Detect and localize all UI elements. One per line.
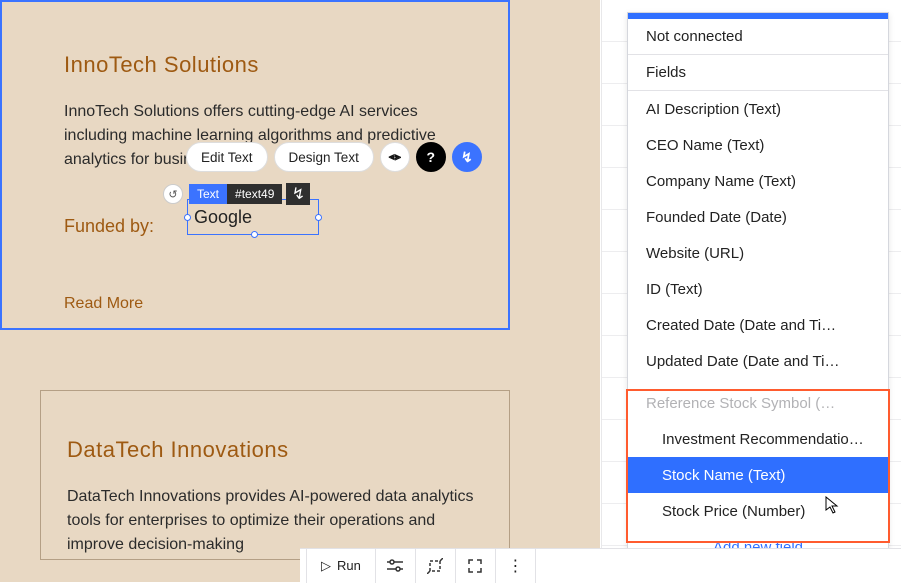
dropdown-subfield-item[interactable]: Investment Recommendatio…	[628, 421, 888, 457]
element-type-tag[interactable]: Text	[189, 184, 227, 204]
help-icon[interactable]: ?	[416, 142, 446, 172]
selected-text-value[interactable]: Google	[194, 207, 252, 228]
dropdown-field-item[interactable]: Company Name (Text)	[628, 163, 888, 199]
ai-connect-icon[interactable]: ↯	[286, 183, 310, 205]
card-title[interactable]: InnoTech Solutions	[64, 52, 468, 78]
expand-icon[interactable]	[456, 549, 496, 583]
element-id-tag[interactable]: #text49	[227, 184, 282, 204]
bottom-toolbar: ▷ Run ⋮	[300, 548, 901, 582]
run-button[interactable]: ▷ Run	[306, 549, 376, 583]
play-icon: ▷	[321, 558, 331, 574]
crop-icon[interactable]	[416, 549, 456, 583]
card-description[interactable]: DataTech Innovations provides AI-powered…	[67, 485, 483, 557]
more-icon[interactable]: ⋮	[496, 549, 536, 583]
dropdown-field-item[interactable]: Created Date (Date and Ti…	[628, 307, 888, 343]
stretch-icon[interactable]: ⫷⫸	[380, 142, 410, 172]
card-title[interactable]: DataTech Innovations	[67, 437, 483, 463]
dropdown-subfield-item-selected[interactable]: Stock Name (Text)	[628, 457, 888, 493]
connect-data-dropdown[interactable]: Not connected Fields AI Description (Tex…	[627, 12, 889, 566]
resize-handle-bottom[interactable]	[251, 231, 258, 238]
dropdown-field-item[interactable]: ID (Text)	[628, 271, 888, 307]
card-datatech[interactable]: DataTech Innovations DataTech Innovation…	[40, 390, 510, 560]
dropdown-field-item[interactable]: CEO Name (Text)	[628, 127, 888, 163]
dropdown-subfield-item[interactable]: Stock Price (Number)	[628, 493, 888, 529]
dropdown-field-item[interactable]: Founded Date (Date)	[628, 199, 888, 235]
settings-icon[interactable]	[376, 549, 416, 583]
read-more-link[interactable]: Read More	[64, 295, 468, 313]
resize-handle-right[interactable]	[315, 214, 322, 221]
undo-icon[interactable]: ↺	[163, 184, 183, 204]
run-label: Run	[337, 558, 361, 573]
design-text-button[interactable]: Design Text	[274, 142, 374, 172]
funded-by-label[interactable]: Funded by:	[64, 216, 154, 236]
selection-tag-strip: ↺ Text #text49 ↯	[163, 183, 310, 205]
ai-icon[interactable]: ↯	[452, 142, 482, 172]
dropdown-item-not-connected[interactable]: Not connected	[628, 19, 888, 55]
edit-text-button[interactable]: Edit Text	[186, 142, 268, 172]
resize-handle-left[interactable]	[184, 214, 191, 221]
design-canvas[interactable]: InnoTech Solutions InnoTech Solutions of…	[0, 0, 600, 582]
floating-toolbar: Edit Text Design Text ⫷⫸ ? ↯	[186, 140, 482, 174]
dropdown-field-item[interactable]: Updated Date (Date and Ti…	[628, 343, 888, 379]
dropdown-section-fields: Fields	[628, 55, 888, 91]
dropdown-field-item[interactable]: AI Description (Text)	[628, 91, 888, 127]
dropdown-reference-header: Reference Stock Symbol (…	[628, 385, 888, 421]
dropdown-field-item[interactable]: Website (URL)	[628, 235, 888, 271]
